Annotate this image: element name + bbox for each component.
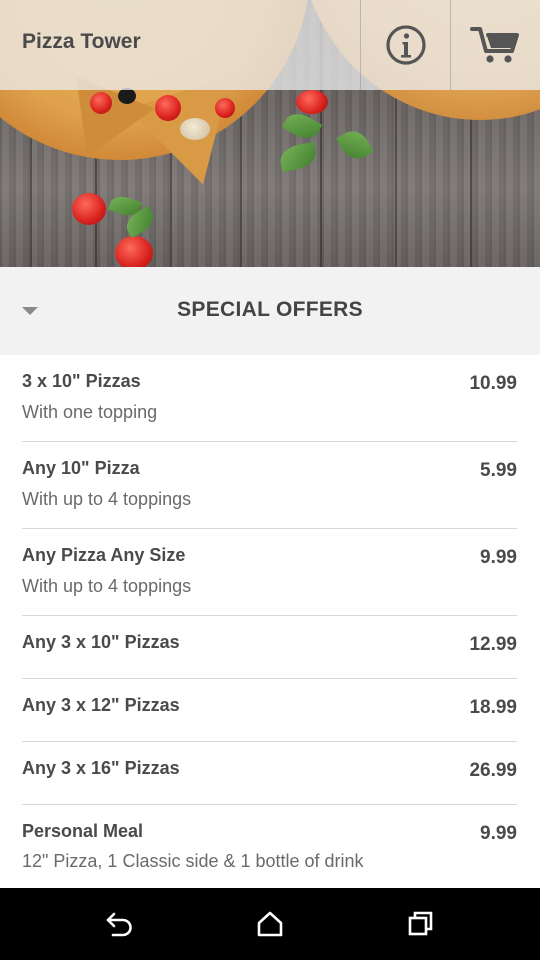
app-toolbar: Pizza Tower [0,0,540,90]
offer-price: 5.99 [480,460,517,481]
special-offers-header[interactable]: SPECIAL OFFERS [0,267,540,355]
offer-description: With one topping [22,402,158,422]
list-item[interactable]: Personal Meal 9.99 12" Pizza, 1 Classic … [22,805,517,888]
offer-name: Any 3 x 12" Pizzas [22,695,180,715]
offer-description: 12" Pizza, 1 Classic side & 1 bottle of … [22,851,364,871]
offer-name: Any 10" Pizza [22,458,140,478]
offer-price: 18.99 [469,697,517,718]
info-icon [385,25,426,65]
list-item[interactable]: Any 3 x 16" Pizzas 26.99 [22,742,517,805]
offer-description: With up to 4 toppings [22,489,192,509]
offer-name: Any 3 x 16" Pizzas [22,758,180,778]
offer-price: 10.99 [469,373,517,394]
home-button[interactable] [210,888,330,960]
list-item[interactable]: 3 x 10" Pizzas 10.99 With one topping [22,355,517,442]
offer-name: Any Pizza Any Size [22,545,186,565]
offer-price: 9.99 [480,823,517,844]
list-item[interactable]: Any 3 x 10" Pizzas 12.99 [22,616,517,679]
info-button[interactable] [361,0,450,90]
offer-price: 12.99 [469,634,517,655]
system-navigation-bar [0,888,540,960]
offer-name: Any 3 x 10" Pizzas [22,632,180,652]
back-icon [106,912,132,937]
section-title: SPECIAL OFFERS [177,298,363,321]
list-item[interactable]: Any 10" Pizza 5.99 With up to 4 toppings [22,442,517,529]
offer-description: With up to 4 toppings [22,576,192,596]
offer-name: 3 x 10" Pizzas [22,371,141,391]
recents-button[interactable] [360,888,480,960]
offer-price: 9.99 [480,547,517,568]
offer-price: 26.99 [469,760,517,781]
offer-name: Personal Meal [22,821,144,841]
app-title: Pizza Tower [22,30,141,53]
list-item[interactable]: Any 3 x 12" Pizzas 18.99 [22,679,517,742]
list-item[interactable]: Any Pizza Any Size 9.99 With up to 4 top… [22,529,517,616]
recents-icon [408,911,433,936]
cart-button[interactable] [451,0,540,90]
cart-icon [469,27,519,63]
home-icon [257,911,283,937]
back-button[interactable] [60,888,180,960]
